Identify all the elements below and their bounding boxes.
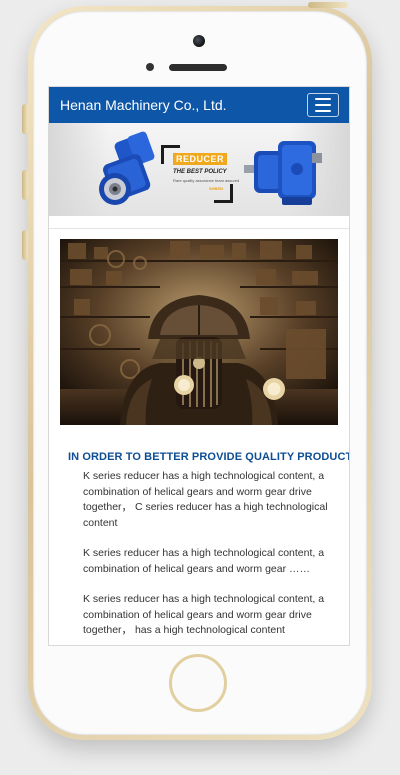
power-button: [308, 2, 348, 8]
content-paragraph-3: K series reducer has a high technologica…: [83, 593, 325, 636]
hamburger-line: [315, 98, 331, 100]
mute-switch: [22, 104, 28, 134]
front-camera: [193, 35, 205, 47]
hero-banner[interactable]: REDUCER THE BEST POLICY Rare quality ass…: [49, 123, 349, 216]
top-navbar: Henan Machinery Co., Ltd.: [49, 87, 349, 123]
badge-title: REDUCER: [173, 153, 228, 165]
home-button[interactable]: [169, 654, 227, 712]
proximity-sensor: [146, 63, 154, 71]
hamburger-line: [315, 110, 331, 112]
volume-down-button: [22, 230, 28, 260]
content-paragraph-1: K series reducer has a high technologica…: [83, 470, 328, 529]
badge-brand: SHBEN: [209, 186, 224, 191]
badge-subtitle: THE BEST POLICY: [173, 169, 227, 175]
phone-screen: Henan Machinery Co., Ltd. REDUCER THE BE…: [48, 86, 350, 646]
section-title: IN ORDER TO BETTER PROVIDE QUALITY PRODU…: [68, 451, 350, 463]
content-paragraph-2: K series reducer has a high technologica…: [83, 547, 325, 575]
hamburger-line: [315, 104, 331, 106]
vintage-car-garage-photo: [60, 239, 338, 425]
reducer-badge: REDUCER THE BEST POLICY Rare quality ass…: [161, 145, 239, 203]
badge-tagline: Rare quality assurance team assured: [173, 178, 240, 183]
earpiece-speaker: [169, 64, 227, 71]
photo-section: [49, 228, 349, 425]
hamburger-icon[interactable]: [307, 93, 339, 117]
volume-up-button: [22, 170, 28, 200]
site-brand[interactable]: Henan Machinery Co., Ltd.: [60, 97, 227, 113]
parallel-shaft-reducer-image: [244, 141, 322, 205]
